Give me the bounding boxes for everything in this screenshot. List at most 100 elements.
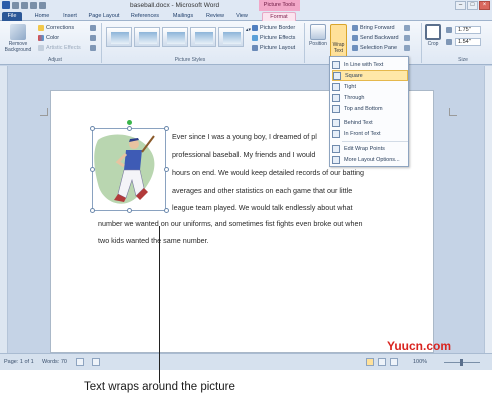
wrap-top-bottom-option[interactable]: Top and Bottom xyxy=(332,103,408,114)
undo-icon[interactable] xyxy=(21,2,28,9)
reset-picture-button[interactable] xyxy=(90,45,96,51)
minimize-button[interactable]: – xyxy=(455,1,466,10)
color-button[interactable]: Color xyxy=(38,35,59,41)
width-control xyxy=(446,39,452,45)
artistic-effects-button[interactable]: Artistic Effects xyxy=(38,45,81,51)
square-wrap-icon xyxy=(333,71,341,80)
resize-handle[interactable] xyxy=(127,126,132,131)
tab-review[interactable]: Review xyxy=(202,12,228,21)
resize-handle[interactable] xyxy=(90,167,95,172)
artistic-effects-icon xyxy=(38,45,44,51)
proofing-icon[interactable] xyxy=(76,358,84,366)
picture-style-thumbnail[interactable] xyxy=(190,27,216,47)
body-text-line[interactable]: Ever since I was a young boy, I dreamed … xyxy=(172,132,317,141)
send-backward-button[interactable]: Send Backward xyxy=(352,35,399,41)
tab-format[interactable]: Format xyxy=(262,12,296,21)
selection-pane-icon xyxy=(352,45,358,51)
body-text-line[interactable]: hours on end. We would keep detailed rec… xyxy=(172,168,364,177)
print-layout-view-icon[interactable] xyxy=(366,358,374,366)
body-text-line[interactable]: averages and other statistics on each ga… xyxy=(172,186,352,195)
resize-handle[interactable] xyxy=(164,167,169,172)
styles-more-icon[interactable]: ▴▾ xyxy=(246,27,251,33)
wrap-tight-option[interactable]: Tight xyxy=(332,81,408,92)
tab-references[interactable]: References xyxy=(126,12,164,21)
group-button[interactable] xyxy=(404,35,410,41)
wrap-behind-text-option[interactable]: Behind Text xyxy=(332,117,408,128)
wrap-square-option[interactable]: Square xyxy=(332,70,408,81)
customize-qat-icon[interactable] xyxy=(39,2,46,9)
rotate-button[interactable] xyxy=(404,45,410,51)
group-divider xyxy=(421,23,422,63)
behind-text-icon xyxy=(332,118,340,127)
tab-insert[interactable]: Insert xyxy=(58,12,82,21)
body-text-line[interactable]: number we wanted on our uniforms, and so… xyxy=(98,219,362,228)
full-screen-view-icon[interactable] xyxy=(378,358,386,366)
word-count[interactable]: Words: 70 xyxy=(42,359,67,365)
picture-layout-button[interactable]: Picture Layout xyxy=(252,45,295,51)
body-text-line[interactable]: league team played. We would talk endles… xyxy=(172,203,352,212)
bring-forward-button[interactable]: Bring Forward xyxy=(352,25,395,31)
position-button[interactable]: Position xyxy=(306,24,330,47)
resize-handle[interactable] xyxy=(127,208,132,213)
page-count[interactable]: Page: 1 of 1 xyxy=(4,359,34,365)
width-input[interactable]: 1.54" xyxy=(455,38,481,46)
maximize-button[interactable]: □ xyxy=(467,1,478,10)
wrap-text-button[interactable]: Wrap Text xyxy=(330,24,347,58)
resize-handle[interactable] xyxy=(90,208,95,213)
tab-file[interactable]: File xyxy=(2,12,22,21)
resize-handle[interactable] xyxy=(164,208,169,213)
title-bar: baseball.docx - Microsoft Word Picture T… xyxy=(0,0,492,11)
resize-handle[interactable] xyxy=(90,126,95,131)
change-picture-button[interactable] xyxy=(90,35,96,41)
tab-mailings[interactable]: Mailings xyxy=(168,12,198,21)
macro-icon[interactable] xyxy=(92,358,100,366)
position-icon xyxy=(310,24,326,40)
redo-icon[interactable] xyxy=(30,2,37,9)
picture-selection-frame[interactable] xyxy=(92,128,166,211)
height-input[interactable]: 1.75" xyxy=(455,26,481,34)
more-layout-options[interactable]: More Layout Options... xyxy=(332,154,408,165)
rotate-handle[interactable] xyxy=(127,120,132,125)
wrap-through-option[interactable]: Through xyxy=(332,92,408,103)
tab-home[interactable]: Home xyxy=(30,12,54,21)
tab-page-layout[interactable]: Page Layout xyxy=(86,12,122,21)
inline-wrap-icon xyxy=(332,60,340,69)
align-button[interactable] xyxy=(404,25,410,31)
picture-style-thumbnail[interactable] xyxy=(218,27,244,47)
save-icon[interactable] xyxy=(12,2,19,9)
crop-button[interactable]: Crop xyxy=(424,24,442,47)
tab-view[interactable]: View xyxy=(232,12,252,21)
compress-icon xyxy=(90,25,96,31)
ribbon: Remove Background Corrections Color Arti… xyxy=(0,21,492,65)
bring-forward-icon xyxy=(352,25,358,31)
picture-border-button[interactable]: Picture Border xyxy=(252,25,295,31)
remove-background-button[interactable]: Remove Background xyxy=(4,24,32,53)
close-button[interactable]: × xyxy=(479,1,490,10)
through-wrap-icon xyxy=(332,93,340,102)
picture-style-thumbnail[interactable] xyxy=(106,27,132,47)
selection-pane-button[interactable]: Selection Pane xyxy=(352,45,397,51)
page-corner-mark xyxy=(449,108,457,116)
picture-style-thumbnail[interactable] xyxy=(162,27,188,47)
body-text-line[interactable]: two kids wanted the same number. xyxy=(98,236,209,245)
zoom-level[interactable]: 100% xyxy=(413,359,427,365)
vertical-scrollbar[interactable] xyxy=(484,66,492,353)
wrap-in-front-option[interactable]: In Front of Text xyxy=(332,128,408,139)
picture-layout-icon xyxy=(252,45,258,51)
group-divider xyxy=(101,23,102,63)
corrections-button[interactable]: Corrections xyxy=(38,25,74,31)
web-layout-view-icon[interactable] xyxy=(390,358,398,366)
body-text-line[interactable]: professional baseball. My friends and I … xyxy=(172,150,315,159)
resize-handle[interactable] xyxy=(164,126,169,131)
compress-pictures-button[interactable] xyxy=(90,25,96,31)
change-picture-icon xyxy=(90,35,96,41)
crop-icon xyxy=(425,24,441,40)
window-controls: – □ × xyxy=(455,1,490,10)
width-icon xyxy=(446,39,452,45)
picture-tools-label: Picture Tools xyxy=(259,0,300,11)
edit-wrap-points-option[interactable]: Edit Wrap Points xyxy=(332,143,408,154)
zoom-slider-thumb[interactable] xyxy=(460,359,463,366)
wrap-inline-option[interactable]: In Line with Text xyxy=(332,59,408,70)
picture-style-thumbnail[interactable] xyxy=(134,27,160,47)
picture-effects-button[interactable]: Picture Effects xyxy=(252,35,295,41)
